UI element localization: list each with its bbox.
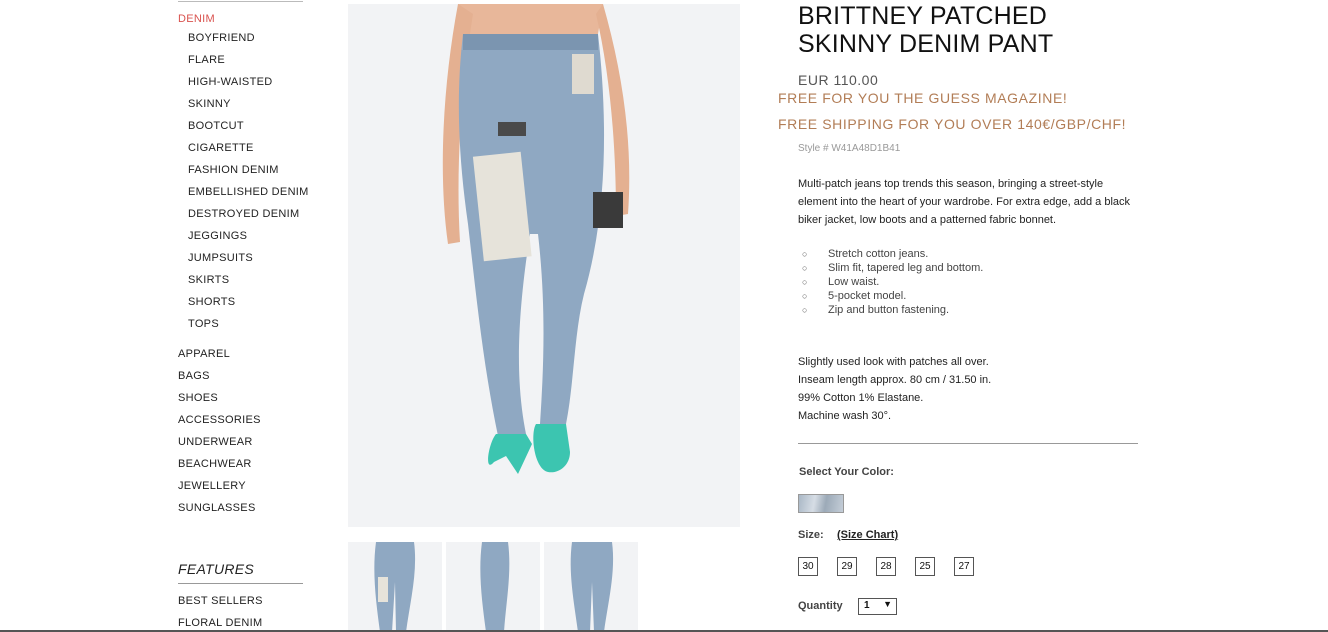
quantity-select[interactable]: 1 ▼ [858,598,897,615]
color-label: Select Your Color: [799,466,894,478]
detail-line: 99% Cotton 1% Elastane. [798,392,924,404]
product-style-number: Style # W41A48D1B41 [798,143,901,154]
top-divider [178,1,303,2]
product-description: Multi-patch jeans top trends this season… [798,178,1131,226]
sidebar-subitem-shorts[interactable]: SHORTS [188,296,235,308]
list-item: Low waist. [800,275,983,289]
product-details: Slightly used look with patches all over… [798,353,991,425]
detail-line: Inseam length approx. 80 cm / 31.50 in. [798,374,992,386]
sidebar-item-accessories[interactable]: ACCESSORIES [178,414,261,426]
product-title-line1: BRITTNEY PATCHED [798,2,1048,30]
sidebar-subitem-jeggings[interactable]: JEGGINGS [188,230,247,242]
jeans-model-illustration [442,4,630,474]
product-price: EUR 110.00 [798,72,879,88]
features-heading: FEATURES [178,561,255,577]
detail-line: Slightly used look with patches all over… [798,356,989,368]
size-option-28[interactable]: 28 [876,557,896,576]
size-option-27[interactable]: 27 [954,557,974,576]
product-title: BRITTNEY PATCHED SKINNY DENIM PANT [798,2,1053,58]
promo-free-shipping: FREE SHIPPING FOR YOU OVER 140€/GBP/CHF! [778,116,1127,132]
sidebar-subitem-embellished-denim[interactable]: EMBELLISHED DENIM [188,186,309,198]
sidebar-item-sunglasses[interactable]: SUNGLASSES [178,502,256,514]
promo-magazine: FREE FOR YOU THE GUESS MAGAZINE! [778,90,1068,106]
size-option-25[interactable]: 25 [915,557,935,576]
sidebar-subitem-jumpsuits[interactable]: JUMPSUITS [188,252,253,264]
list-item: Slim fit, tapered leg and bottom. [800,261,983,275]
product-thumbnail-back[interactable] [544,542,638,632]
size-label: Size: [798,529,824,541]
sidebar-item-bags[interactable]: BAGS [178,370,210,382]
sidebar-subitem-bootcut[interactable]: BOOTCUT [188,120,244,132]
chevron-down-icon: ▼ [883,599,892,609]
detail-line: Machine wash 30°. [798,410,892,422]
features-divider [178,583,303,584]
sidebar-item-underwear[interactable]: UNDERWEAR [178,436,253,448]
product-features-list: Stretch cotton jeans. Slim fit, tapered … [800,247,983,317]
product-title-line2: SKINNY DENIM PANT [798,30,1054,58]
sidebar-subitem-fashion-denim[interactable]: FASHION DENIM [188,164,279,176]
product-main-image[interactable] [348,4,740,527]
list-item: Zip and button fastening. [800,303,983,317]
quantity-label: Quantity [798,600,843,612]
sidebar-subitem-flare[interactable]: FLARE [188,54,225,66]
list-item: 5-pocket model. [800,289,983,303]
sidebar-item-beachwear[interactable]: BEACHWEAR [178,458,252,470]
sidebar-subitem-cigarette[interactable]: CIGARETTE [188,142,254,154]
size-option-30[interactable]: 30 [798,557,818,576]
features-item-best-sellers[interactable]: BEST SELLERS [178,595,263,607]
product-thumbnail-front[interactable] [348,542,442,632]
thumbnail-side-image [480,542,510,632]
product-thumbnail-side[interactable] [446,542,540,632]
thumbnail-back-image [570,542,614,632]
quantity-value: 1 [864,600,870,611]
sidebar-subitem-tops[interactable]: TOPS [188,318,219,330]
size-chart-link[interactable]: (Size Chart) [837,529,898,541]
list-item: Stretch cotton jeans. [800,247,983,261]
sidebar-item-jewellery[interactable]: JEWELLERY [178,480,246,492]
size-option-29[interactable]: 29 [837,557,857,576]
sidebar-item-denim[interactable]: DENIM [178,13,215,25]
features-item-floral-denim[interactable]: FLORAL DENIM [178,617,262,629]
sidebar-subitem-high-waisted[interactable]: HIGH-WAISTED [188,76,272,88]
thumbnail-front-image [374,542,416,632]
details-divider [798,443,1138,444]
sidebar-subitem-boyfriend[interactable]: BOYFRIEND [188,32,255,44]
sidebar-subitem-destroyed-denim[interactable]: DESTROYED DENIM [188,208,299,220]
sidebar-item-apparel[interactable]: APPAREL [178,348,230,360]
sidebar-subitem-skinny[interactable]: SKINNY [188,98,231,110]
sidebar-item-shoes[interactable]: SHOES [178,392,218,404]
sidebar-subitem-skirts[interactable]: SKIRTS [188,274,229,286]
color-swatch-denim[interactable] [798,494,844,513]
